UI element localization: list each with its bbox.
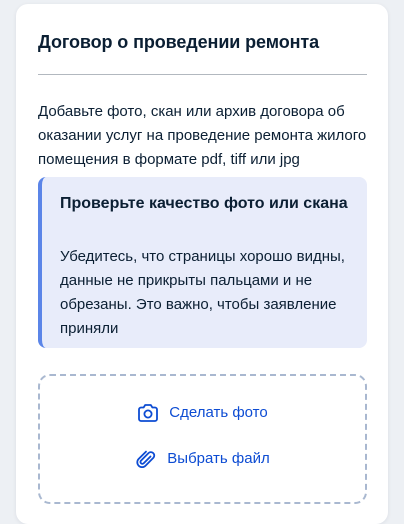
take-photo-button[interactable]: Сделать фото [40,400,365,426]
choose-file-label: Выбрать файл [167,450,270,467]
paperclip-icon [135,448,157,470]
upload-dropzone[interactable]: Сделать фото Выбрать файл [38,374,367,504]
camera-icon [137,402,159,424]
notice-text: Убедитесь, что страницы хорошо видны, да… [60,248,345,337]
document-upload-card: Договор о проведении ремонта Добавьте фо… [16,4,388,524]
choose-file-button[interactable]: Выбрать файл [40,446,365,472]
divider [38,74,367,75]
quality-notice: Проверьте качество фото или скана Убедит… [38,177,367,348]
card-title: Договор о проведении ремонта [38,32,319,52]
take-photo-label: Сделать фото [169,404,268,421]
notice-title: Проверьте качество фото или скана [60,195,348,212]
card-description: Добавьте фото, скан или архив договора о… [38,103,367,168]
